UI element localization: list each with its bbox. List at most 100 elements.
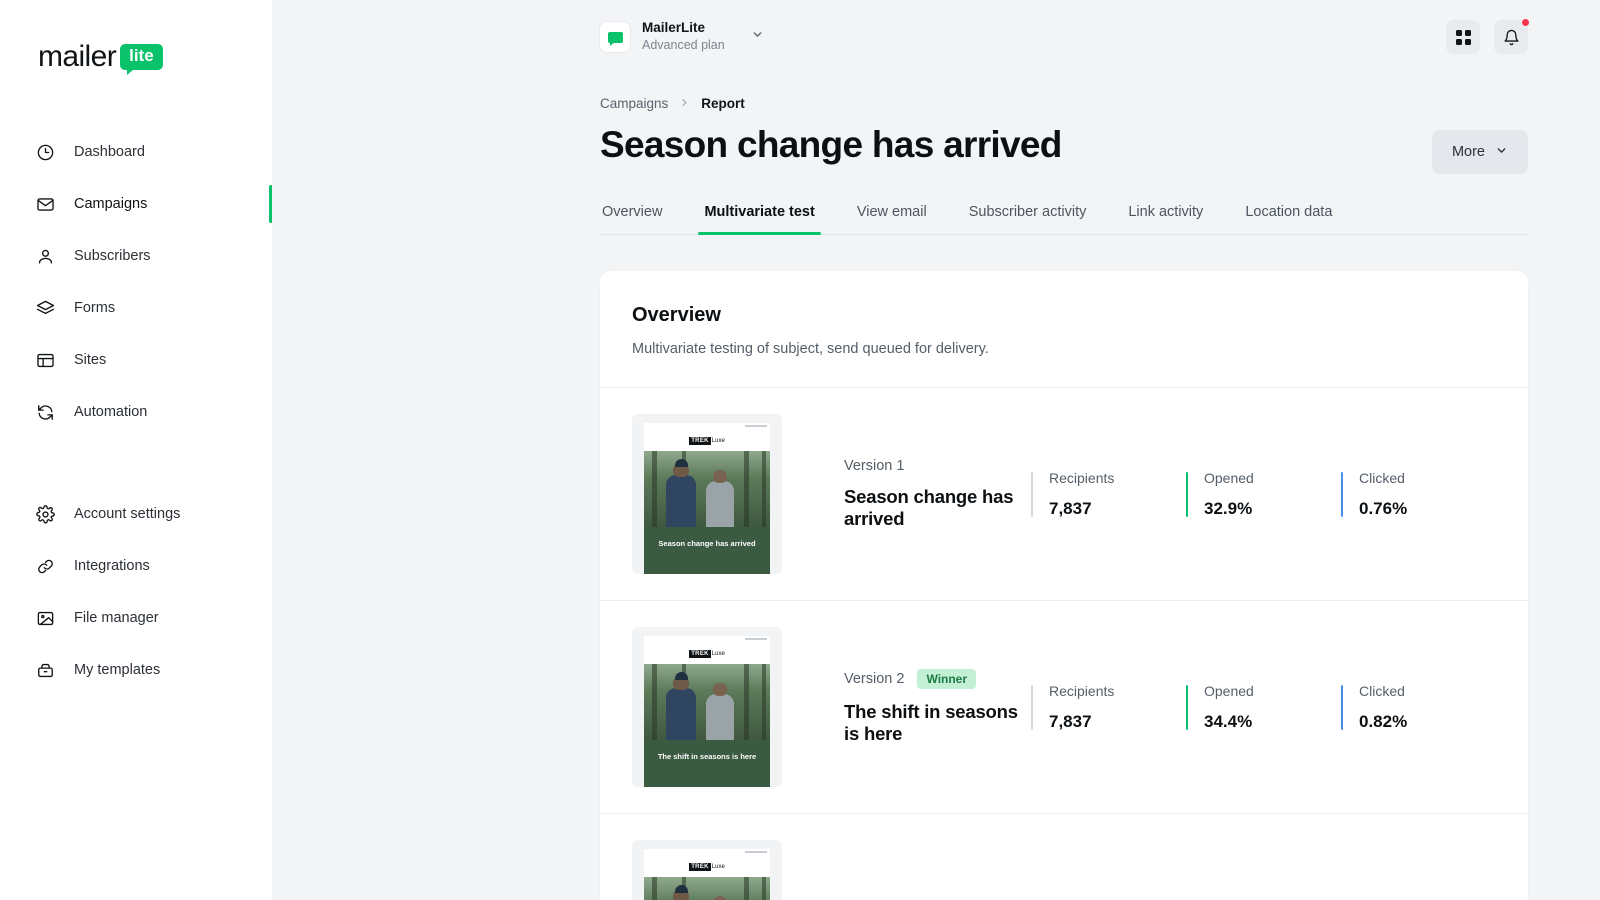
- more-button-label: More: [1452, 144, 1485, 160]
- stat-label: Recipients: [1049, 470, 1186, 486]
- overview-subtitle: Multivariate testing of subject, send qu…: [632, 341, 1496, 357]
- sidebar-nav: Dashboard Campaigns Subscribers Forms Sites A…: [0, 126, 272, 696]
- sidebar-item-label: Integrations: [74, 558, 150, 574]
- email-preview: TREKLuxe The shift in seasons is here: [644, 636, 770, 787]
- sidebar-item-label: Automation: [74, 404, 147, 420]
- email-thumbnail[interactable]: TREKLuxe Season change has arrived: [632, 414, 782, 574]
- envelope-icon: [36, 195, 55, 214]
- version-stats: Recipients7,837Opened34.4%Clicked0.82%: [1031, 683, 1496, 732]
- sidebar-item-sites[interactable]: Sites: [0, 334, 272, 386]
- workspace-plan: Advanced plan: [642, 38, 725, 54]
- preview-headline: Season change has arrived: [644, 527, 770, 574]
- version-label: Version 2: [844, 671, 904, 687]
- stat-clicked: Clicked0.76%: [1341, 470, 1496, 519]
- sidebar-item-label: Dashboard: [74, 144, 145, 160]
- version-subject: Season change has arrived: [844, 486, 1031, 530]
- stat-label: Opened: [1204, 470, 1341, 486]
- stat-label: Recipients: [1049, 683, 1186, 699]
- preview-logo-mark: TREK: [689, 650, 711, 658]
- tab-view-email[interactable]: View email: [855, 204, 929, 234]
- version-row[interactable]: TREKLuxe The shift in seasons is here Vers…: [600, 601, 1528, 814]
- version-row[interactable]: TREKLuxeSeason change has arrivedVersion…: [600, 388, 1528, 601]
- clock-icon: [36, 143, 55, 162]
- tab-overview[interactable]: Overview: [600, 204, 664, 234]
- sidebar-item-automation[interactable]: Automation: [0, 386, 272, 438]
- stat-label: Clicked: [1359, 683, 1496, 699]
- logo-badge: lite: [120, 44, 163, 70]
- preview-headline: The shift in seasons is here: [644, 740, 770, 787]
- email-preview: TREKLuxe: [644, 849, 770, 900]
- stat-opened: Opened 32.9%: [1186, 470, 1341, 519]
- stat-value: 32.9%: [1204, 499, 1341, 519]
- mailerlite-logo[interactable]: mailer lite: [38, 40, 272, 74]
- breadcrumb-report: Report: [701, 96, 745, 111]
- stat-accent-bar: [1031, 472, 1033, 517]
- stat-accent-bar: [1186, 472, 1188, 517]
- stat-accent-bar: [1341, 472, 1343, 517]
- user-icon: [36, 247, 55, 266]
- sidebar-item-campaigns[interactable]: Campaigns: [0, 178, 272, 230]
- workspace-switcher[interactable]: MailerLite Advanced plan: [600, 20, 764, 54]
- version-label: Version 1: [844, 458, 904, 474]
- sidebar-item-label: My templates: [74, 662, 160, 678]
- app-root: mailer lite Dashboard Campaigns Subscriber…: [0, 0, 1600, 900]
- chevron-down-icon: [1495, 144, 1508, 161]
- stat-recipients: Recipients 7,837: [1031, 470, 1186, 519]
- email-thumbnail[interactable]: TREKLuxe The shift in seasons is here: [632, 627, 782, 787]
- tab-subscriber-activity[interactable]: Subscriber activity: [967, 204, 1089, 234]
- preview-logo: TREKLuxe: [644, 643, 770, 664]
- bell-icon[interactable]: [1494, 20, 1528, 54]
- preview-logo-mark: TREK: [689, 437, 711, 445]
- more-button[interactable]: More: [1432, 130, 1528, 174]
- sidebar-item-label: Campaigns: [74, 196, 147, 212]
- sidebar-item-label: Account settings: [74, 506, 180, 522]
- sidebar-group: Account settings Integrations File manager…: [0, 488, 272, 696]
- link-icon: [36, 557, 55, 576]
- sidebar-item-forms[interactable]: Forms: [0, 282, 272, 334]
- sidebar-item-label: File manager: [74, 610, 159, 626]
- page-title: Season change has arrived: [600, 124, 1062, 166]
- layers-icon: [36, 299, 55, 318]
- breadcrumb-campaigns[interactable]: Campaigns: [600, 96, 668, 111]
- tab-location-data[interactable]: Location data: [1243, 204, 1334, 234]
- browser-icon: [36, 351, 55, 370]
- overview-card: Overview Multivariate testing of subject…: [600, 271, 1528, 900]
- preview-webversion-line: [644, 423, 770, 430]
- sidebar-item-my-templates[interactable]: My templates: [0, 644, 272, 696]
- sidebar-item-label: Sites: [74, 352, 106, 368]
- preview-logo: TREKLuxe: [644, 856, 770, 877]
- sidebar-item-subscribers[interactable]: Subscribers: [0, 230, 272, 282]
- overview-title: Overview: [632, 304, 1496, 327]
- version-row[interactable]: TREKLuxeVersion 3RecipientsOpenedClicked: [600, 814, 1528, 900]
- sidebar-item-integrations[interactable]: Integrations: [0, 540, 272, 592]
- tab-multivariate-test[interactable]: Multivariate test: [702, 204, 816, 234]
- stat-value: 0.82%: [1359, 712, 1496, 732]
- breadcrumb: Campaigns Report: [600, 74, 1528, 111]
- sidebar-item-label: Forms: [74, 300, 115, 316]
- stat-accent-bar: [1186, 685, 1188, 730]
- sidebar-item-file-manager[interactable]: File manager: [0, 592, 272, 644]
- grid-apps-icon[interactable]: [1446, 20, 1480, 54]
- version-meta: Version 1 Season change has arrived: [782, 458, 1031, 530]
- title-row: Season change has arrived More: [600, 124, 1528, 174]
- image-icon: [36, 609, 55, 628]
- preview-logo-text: Luxe: [712, 651, 725, 657]
- preview-logo-text: Luxe: [712, 864, 725, 870]
- stat-label: Opened: [1204, 683, 1341, 699]
- preview-hero-photo: [644, 664, 770, 740]
- top-actions: [1446, 20, 1528, 54]
- email-thumbnail[interactable]: TREKLuxe: [632, 840, 782, 900]
- sidebar-item-dashboard[interactable]: Dashboard: [0, 126, 272, 178]
- stat-value: 7,837: [1049, 499, 1186, 519]
- preview-logo-mark: TREK: [689, 863, 711, 871]
- refresh-icon: [36, 403, 55, 422]
- logo-wordmark: mailer: [38, 40, 116, 74]
- gear-icon: [36, 505, 55, 524]
- overview-card-header: Overview Multivariate testing of subject…: [600, 271, 1528, 388]
- preview-hero-photo: [644, 451, 770, 527]
- winner-badge: Winner: [917, 669, 976, 689]
- tab-link-activity[interactable]: Link activity: [1126, 204, 1205, 234]
- workspace-name: MailerLite: [642, 20, 725, 37]
- preview-logo-text: Luxe: [712, 438, 725, 444]
- sidebar-item-account-settings[interactable]: Account settings: [0, 488, 272, 540]
